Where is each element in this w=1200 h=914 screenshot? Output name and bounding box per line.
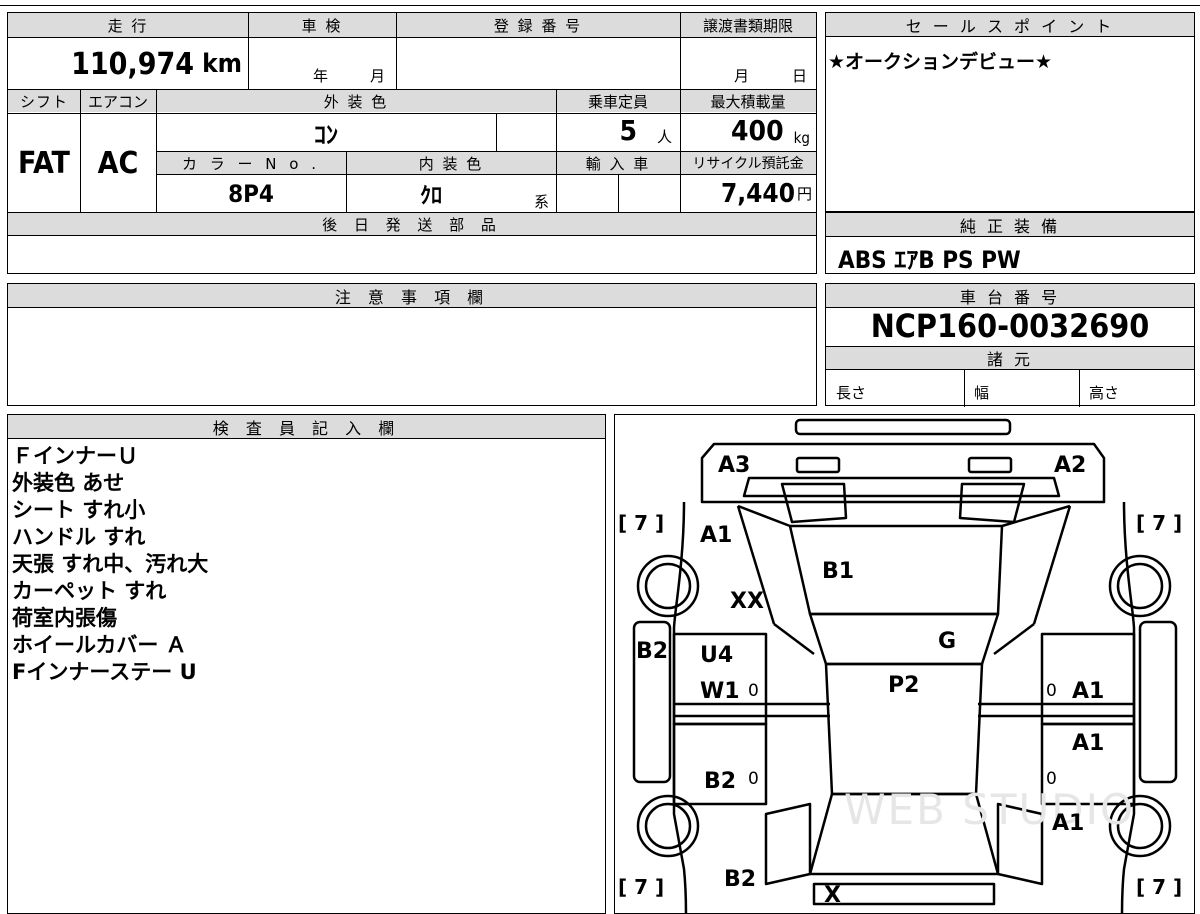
ac-value: AC [97, 145, 139, 181]
height-label: 高さ [1089, 384, 1120, 402]
exterior-color-value: ｺﾝ [314, 120, 338, 149]
mark-b1: B1 [822, 559, 854, 584]
capacity-label: 乗車定員 [556, 90, 680, 112]
mark-zero: 0 [748, 769, 759, 789]
mark-zero: 0 [748, 681, 759, 701]
mark-b2-left-side: B2 [636, 639, 668, 664]
max-load-label: 最大積載量 [680, 90, 816, 112]
notes-box: 注 意 事 項 欄 [7, 283, 817, 406]
capacity-value: 5 人 [619, 114, 672, 147]
inspector-line: ＦインナーＵ [12, 444, 138, 468]
tire-tread-rear-right: [ 7 ] [1136, 875, 1182, 899]
specs-label: 諸 元 [826, 346, 1194, 370]
length-label: 長さ [836, 384, 867, 402]
inspector-line: Fインナーステー U [12, 660, 197, 684]
tire-tread-front-left: [ 7 ] [618, 511, 664, 535]
vehicle-info-table: 走 行 車 検 登 録 番 号 譲渡書類期限 110,974 km 年 月 月 … [7, 12, 817, 274]
inspector-line: ホイールカバー Ａ [12, 633, 187, 657]
color-no-value: 8P4 [228, 179, 274, 208]
inspector-line: 荷室内張傷 [12, 606, 117, 630]
tire-tread-rear-left: [ 7 ] [618, 875, 664, 899]
transfer-deadline-label: 譲渡書類期限 [680, 13, 816, 37]
ac-label: エアコン [80, 90, 156, 112]
sales-point-text: ★オークションデビュー★ [828, 51, 1053, 73]
chassis-number-label: 車 台 番 号 [826, 284, 1194, 308]
inspector-line: シート すれ小 [12, 498, 146, 522]
mark-a1-right-door-front: A1 [1072, 679, 1104, 704]
mark-w1: W1 [700, 679, 740, 704]
interior-color-label: 内 装 色 [346, 152, 556, 174]
mileage-label: 走 行 [8, 13, 248, 37]
inspector-label: 検 査 員 記 入 欄 [8, 415, 605, 439]
mark-b2-left-rear: B2 [704, 769, 736, 794]
mileage-value: 110,974 km [71, 46, 242, 82]
mark-a3: A3 [718, 453, 750, 478]
chassis-box: 車 台 番 号 NCP160-0032690 諸 元 長さ 幅 高さ [825, 283, 1195, 407]
equipment-label: 純 正 装 備 [826, 213, 1194, 237]
inspector-box: 検 査 員 記 入 欄 ＦインナーＵ 外装色 あせ シート すれ小 ハンドル す… [7, 414, 606, 914]
recycle-deposit-value: 7,440 円 [720, 178, 812, 209]
shaken-label: 車 検 [248, 13, 396, 37]
notes-label: 注 意 事 項 欄 [8, 284, 816, 308]
top-edge-strip [0, 0, 1200, 6]
inspector-line: 天張 すれ中、汚れ大 [12, 552, 209, 576]
mark-a1-right-door-rear: A1 [1072, 731, 1104, 756]
color-no-label: カ ラ ー N o . [156, 152, 346, 174]
interior-color-suffix: 系 [534, 193, 550, 211]
tire-tread-front-right: [ 7 ] [1136, 511, 1182, 535]
max-load-value: 400 kg [731, 114, 810, 147]
mark-zero: 0 [1046, 769, 1057, 789]
transfer-day: 日 [792, 67, 808, 85]
inspector-line: ハンドル すれ [12, 525, 146, 549]
mark-a1-front-left: A1 [700, 523, 732, 548]
watermark-text: WEB STUDIO [844, 785, 1135, 834]
import-label: 輸 入 車 [556, 152, 680, 174]
sales-point-box: セ ー ル ス ポ イ ン ト ★オークションデビュー★ [825, 12, 1195, 212]
later-shipping-parts-label: 後 日 発 送 部 品 [8, 213, 816, 235]
shift-label: シフト [8, 90, 80, 112]
registration-label: 登 録 番 号 [396, 13, 680, 37]
shift-value: FAT [18, 145, 70, 181]
shaken-year: 年 [313, 67, 329, 85]
width-label: 幅 [974, 384, 990, 402]
mark-u4: U4 [700, 643, 733, 668]
mark-a1-rear-right: A1 [1052, 811, 1084, 836]
transfer-month: 月 [734, 67, 750, 85]
mark-x-rear: X [824, 883, 841, 908]
inspector-line: カーペット すれ [12, 579, 167, 603]
equipment-box: 純 正 装 備 ABS ｴｱB PS PW [825, 212, 1195, 274]
car-diagram: WEB STUDIO A3 A2 A1 B1 XX G B2 U4 W1 P2 … [618, 418, 1182, 914]
mark-xx: XX [730, 589, 764, 614]
mark-b2-rear: B2 [724, 867, 756, 892]
mark-zero: 0 [1046, 681, 1057, 701]
inspector-line: 外装色 あせ [12, 471, 125, 495]
mark-a2: A2 [1054, 453, 1086, 478]
mark-p2: P2 [888, 673, 919, 698]
shaken-month: 月 [370, 67, 386, 85]
equipment-value: ABS ｴｱB PS PW [838, 246, 1021, 274]
exterior-color-label: 外 装 色 [156, 90, 556, 112]
interior-color-value: ｸﾛ [419, 183, 442, 209]
sales-point-label: セ ー ル ス ポ イ ン ト [826, 13, 1194, 37]
mark-g: G [938, 629, 956, 654]
inspector-lines: ＦインナーＵ 外装色 あせ シート すれ小 ハンドル すれ 天張 すれ中、汚れ大… [12, 443, 208, 686]
car-diagram-box: WEB STUDIO A3 A2 A1 B1 XX G B2 U4 W1 P2 … [614, 414, 1195, 914]
recycle-deposit-label: リサイクル預託金 [680, 152, 816, 174]
chassis-number-value: NCP160-0032690 [870, 307, 1150, 345]
